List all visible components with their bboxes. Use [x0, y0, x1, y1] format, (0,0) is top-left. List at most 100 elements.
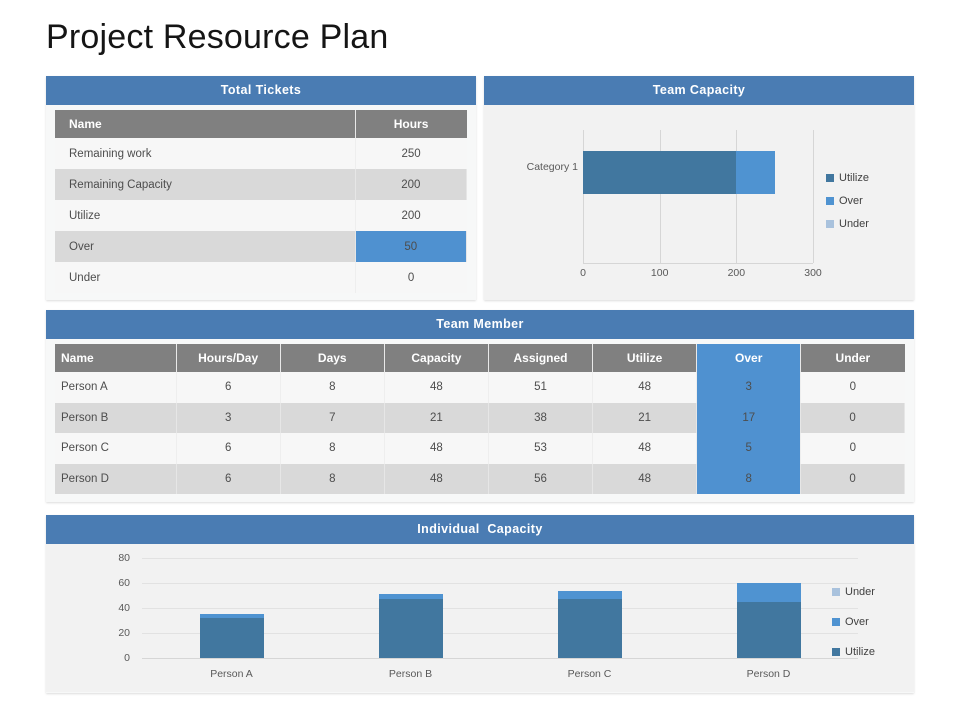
- table-cell: 17: [697, 403, 801, 434]
- x-tick-label: 100: [651, 267, 669, 279]
- table-cell: 8: [697, 464, 801, 495]
- individual-capacity-chart: 020406080Person APerson BPerson CPerson …: [46, 544, 914, 692]
- y-tick-label: 0: [46, 652, 130, 664]
- table-row: Remaining work250: [55, 138, 467, 169]
- column-header-assigned: Assigned: [488, 344, 592, 372]
- table-row: Remaining Capacity200: [55, 169, 467, 200]
- column-header-name: Name: [55, 344, 176, 372]
- team-member-title: Team Member: [46, 310, 914, 339]
- category-label: Category 1: [498, 161, 578, 173]
- table-row: Person C6848534850: [55, 433, 905, 464]
- table-cell: 5: [697, 433, 801, 464]
- table-cell: 0: [801, 464, 905, 495]
- legend-item: Under: [826, 218, 869, 230]
- legend-item: Under: [832, 586, 875, 598]
- table-cell: 7: [280, 403, 384, 434]
- team-capacity-legend: UtilizeOverUnder: [826, 172, 869, 230]
- total-tickets-table: NameHours Remaining work250Remaining Cap…: [55, 110, 467, 293]
- cell-name: Remaining Capacity: [55, 169, 355, 200]
- cell-hours: 50: [355, 231, 466, 262]
- x-tick-label: Person C: [568, 668, 612, 680]
- table-row: Over50: [55, 231, 467, 262]
- table-cell: 48: [593, 464, 697, 495]
- y-tick-label: 60: [46, 577, 130, 589]
- bar-segment-utilize: [200, 618, 264, 658]
- bar-segment-utilize: [379, 599, 443, 658]
- table-body: Person A6848514830Person B37213821170Per…: [55, 372, 905, 494]
- legend-swatch-under: [826, 220, 834, 228]
- table-cell: 8: [280, 433, 384, 464]
- bar-stack: [379, 558, 443, 658]
- table-row: Person D6848564880: [55, 464, 905, 495]
- column-header-under: Under: [801, 344, 905, 372]
- x-tick-label: Person D: [747, 668, 791, 680]
- bar-segment-utilize: [737, 602, 801, 658]
- table-cell: 48: [384, 372, 488, 403]
- gridline-x: [583, 130, 584, 263]
- bar-segment-utilize: [583, 151, 736, 194]
- table-cell: 21: [384, 403, 488, 434]
- gridline-x: [813, 130, 814, 263]
- bar-stack: [583, 151, 813, 194]
- table-cell: Person A: [55, 372, 176, 403]
- slide-canvas: Project Resource Plan Total Tickets Name…: [0, 0, 960, 720]
- table-cell: 48: [593, 372, 697, 403]
- table-header-row: NameHours/DayDaysCapacityAssignedUtilize…: [55, 344, 905, 372]
- team-member-panel: Team Member NameHours/DayDaysCapacityAss…: [46, 310, 914, 502]
- table-cell: Person B: [55, 403, 176, 434]
- table-cell: 48: [384, 433, 488, 464]
- x-tick-label: 300: [804, 267, 822, 279]
- legend-label: Utilize: [839, 172, 869, 184]
- total-tickets-panel: Total Tickets NameHours Remaining work25…: [46, 76, 476, 300]
- legend-swatch-over: [826, 197, 834, 205]
- table-cell: 6: [176, 372, 280, 403]
- table-cell: Person D: [55, 464, 176, 495]
- x-tick-label: Person B: [389, 668, 432, 680]
- cell-hours: 0: [355, 262, 466, 293]
- table-cell: 6: [176, 433, 280, 464]
- gridline-x: [660, 130, 661, 263]
- column-header-utilize: Utilize: [593, 344, 697, 372]
- x-tick-label: 200: [728, 267, 746, 279]
- gridline-x: [736, 130, 737, 263]
- x-tick-label: Person A: [210, 668, 253, 680]
- table-cell: 0: [801, 403, 905, 434]
- column-header-hours-day: Hours/Day: [176, 344, 280, 372]
- y-tick-label: 80: [46, 552, 130, 564]
- legend-label: Under: [839, 218, 869, 230]
- cell-name: Under: [55, 262, 355, 293]
- individual-capacity-title: Individual Capacity: [46, 515, 914, 544]
- team-member-table: NameHours/DayDaysCapacityAssignedUtilize…: [55, 344, 905, 494]
- table-cell: 38: [488, 403, 592, 434]
- column-header-days: Days: [280, 344, 384, 372]
- bar-segment-over: [737, 583, 801, 602]
- column-header-name: Name: [55, 110, 355, 138]
- cell-hours: 200: [355, 169, 466, 200]
- table-cell: 48: [593, 433, 697, 464]
- table-cell: 53: [488, 433, 592, 464]
- bar-segment-over: [736, 151, 774, 194]
- cell-name: Remaining work: [55, 138, 355, 169]
- table-cell: 56: [488, 464, 592, 495]
- table-cell: 6: [176, 464, 280, 495]
- gridline-y: [142, 658, 858, 659]
- legend-item: Utilize: [832, 646, 875, 658]
- page-title: Project Resource Plan: [46, 18, 388, 57]
- legend-swatch-under: [832, 588, 840, 596]
- table-cell: 0: [801, 372, 905, 403]
- table-cell: 0: [801, 433, 905, 464]
- x-tick-label: 0: [580, 267, 586, 279]
- total-tickets-body: NameHours Remaining work250Remaining Cap…: [46, 105, 476, 293]
- table-header-row: NameHours: [55, 110, 467, 138]
- bar-segment-over: [558, 591, 622, 600]
- individual-capacity-legend: Under Over Utilize: [832, 586, 875, 658]
- table-row: Person A6848514830: [55, 372, 905, 403]
- team-capacity-title: Team Capacity: [484, 76, 914, 105]
- legend-swatch-utilize: [832, 648, 840, 656]
- cell-name: Utilize: [55, 200, 355, 231]
- total-tickets-title: Total Tickets: [46, 76, 476, 105]
- column-header-hours: Hours: [355, 110, 466, 138]
- legend-item: Over: [832, 616, 875, 628]
- table-cell: 21: [593, 403, 697, 434]
- table-cell: 8: [280, 372, 384, 403]
